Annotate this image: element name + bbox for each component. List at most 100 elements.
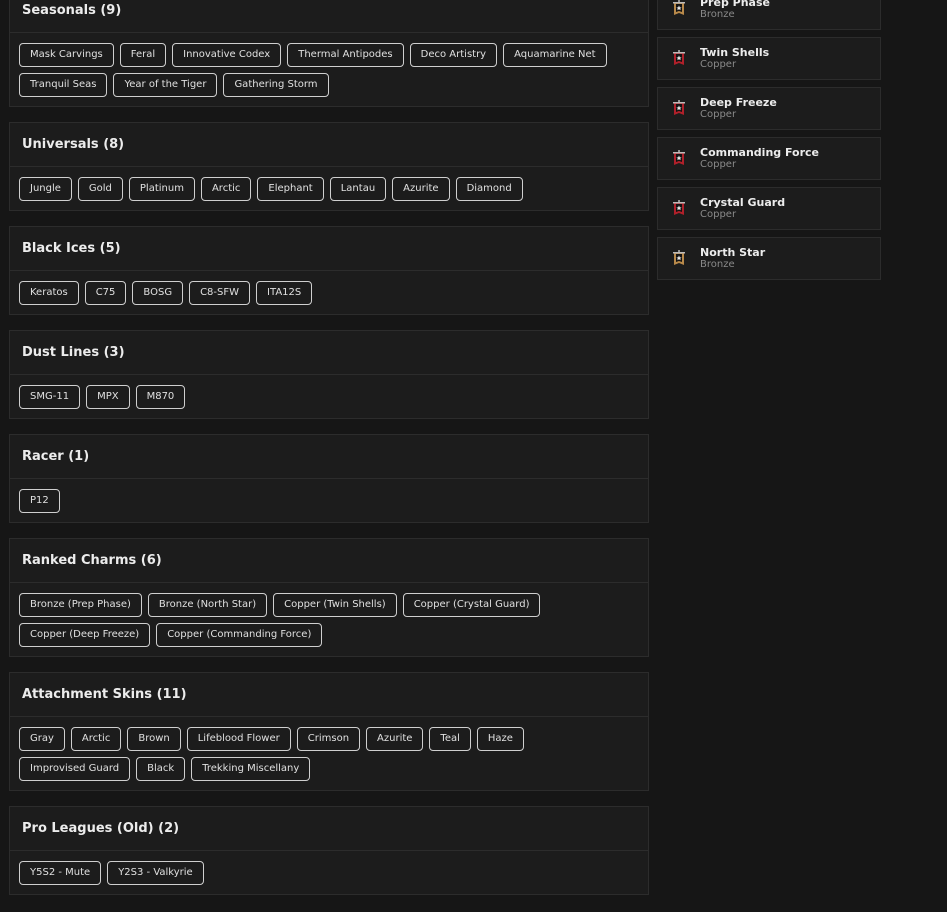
chip-mpx[interactable]: MPX (86, 385, 130, 409)
chip-feral[interactable]: Feral (119, 43, 167, 67)
chip-crimson[interactable]: Crimson (296, 727, 361, 751)
rank-card-north-star[interactable]: North Star Bronze (657, 237, 881, 280)
chip-list: Mask Carvings Feral Innovative Codex Therma… (10, 33, 648, 106)
chip-m870[interactable]: M870 (135, 385, 186, 409)
chip-innovative-codex[interactable]: Innovative Codex (172, 43, 282, 67)
section-title: Dust Lines (3) (10, 331, 648, 375)
chip-bronze-prep-phase[interactable]: Bronze (Prep Phase) (19, 593, 142, 617)
chip-gray[interactable]: Gray (19, 727, 65, 751)
rank-text: North Star Bronze (700, 246, 765, 271)
chip-diamond[interactable]: Diamond (455, 177, 523, 201)
rank-card-prep-phase[interactable]: Prep Phase Bronze (657, 0, 881, 30)
rank-banner-icon (673, 149, 685, 165)
rank-text: Commanding Force Copper (700, 146, 819, 171)
chip-bosg[interactable]: BOSG (132, 281, 184, 305)
rank-text: Crystal Guard Copper (700, 196, 785, 221)
chip-p12[interactable]: P12 (19, 489, 60, 513)
section-racer: Racer (1) P12 (9, 434, 649, 523)
ranked-charm-list: Prep Phase Bronze Twin Shells Copper Dee… (657, 0, 881, 287)
section-seasonals: Seasonals (9) Mask Carvings Feral Innovativ… (9, 0, 649, 107)
collection-sections: Seasonals (9) Mask Carvings Feral Innovativ… (9, 0, 649, 910)
chip-platinum[interactable]: Platinum (128, 177, 195, 201)
rank-banner-icon (673, 99, 685, 115)
rank-tier: Copper (700, 209, 737, 220)
chip-deco-artistry[interactable]: Deco Artistry (409, 43, 498, 67)
rank-card-twin-shells[interactable]: Twin Shells Copper (657, 37, 881, 80)
rank-name: North Star (700, 246, 766, 259)
chip-mask-carvings[interactable]: Mask Carvings (19, 43, 114, 67)
chip-teal[interactable]: Teal (429, 727, 471, 751)
chip-elephant[interactable]: Elephant (257, 177, 324, 201)
chip-copper-deep-freeze[interactable]: Copper (Deep Freeze) (19, 623, 151, 647)
rank-name: Deep Freeze (700, 96, 777, 109)
chip-c75[interactable]: C75 (84, 281, 127, 305)
rank-banner-icon (673, 49, 685, 65)
chip-list: Jungle Gold Platinum Arctic Elephant Lantau Az… (10, 167, 648, 210)
chip-jungle[interactable]: Jungle (19, 177, 72, 201)
chip-black[interactable]: Black (136, 757, 186, 781)
rank-name: Prep Phase (700, 0, 770, 9)
section-title: Universals (8) (10, 123, 648, 167)
chip-gold[interactable]: Gold (77, 177, 123, 201)
chip-ita12s[interactable]: ITA12S (256, 281, 313, 305)
chip-list: Y5S2 - Mute Y2S3 - Valkyrie (10, 851, 648, 894)
chip-copper-twin-shells[interactable]: Copper (Twin Shells) (273, 593, 397, 617)
rank-text: Deep Freeze Copper (700, 96, 777, 121)
chip-list: SMG-11 MPX M870 (10, 375, 648, 418)
section-attachment-skins: Attachment Skins (11) Gray Arctic Brown Life… (9, 672, 649, 791)
rank-banner-icon (673, 0, 685, 15)
section-title: Attachment Skins (11) (10, 673, 648, 717)
rank-card-crystal-guard[interactable]: Crystal Guard Copper (657, 187, 881, 230)
chip-arctic[interactable]: Arctic (70, 727, 122, 751)
chip-thermal-antipodes[interactable]: Thermal Antipodes (287, 43, 404, 67)
section-universals: Universals (8) Jungle Gold Platinum Arctic El… (9, 122, 649, 211)
rank-name: Commanding Force (700, 146, 820, 159)
rank-banner-icon (673, 249, 685, 265)
chip-lifeblood-flower[interactable]: Lifeblood Flower (186, 727, 291, 751)
section-title: Ranked Charms (6) (10, 539, 648, 583)
chip-copper-crystal-guard[interactable]: Copper (Crystal Guard) (402, 593, 541, 617)
chip-copper-commanding-force[interactable]: Copper (Commanding Force) (156, 623, 323, 647)
chip-c8-sfw[interactable]: C8-SFW (189, 281, 251, 305)
section-title: Racer (1) (10, 435, 648, 479)
rank-card-commanding-force[interactable]: Commanding Force Copper (657, 137, 881, 180)
section-title: Black Ices (5) (10, 227, 648, 271)
chip-aquamarine-net[interactable]: Aquamarine Net (503, 43, 607, 67)
chip-azurite[interactable]: Azurite (392, 177, 450, 201)
rank-tier: Copper (700, 59, 737, 70)
rank-banner-icon (673, 199, 685, 215)
chip-list: Bronze (Prep Phase) Bronze (North Star) Co… (10, 583, 648, 656)
rank-card-deep-freeze[interactable]: Deep Freeze Copper (657, 87, 881, 130)
chip-keratos[interactable]: Keratos (19, 281, 79, 305)
chip-bronze-north-star[interactable]: Bronze (North Star) (147, 593, 268, 617)
chip-haze[interactable]: Haze (476, 727, 524, 751)
chip-list: Gray Arctic Brown Lifeblood Flower Crimson Az… (10, 717, 648, 790)
section-dust-lines: Dust Lines (3) SMG-11 MPX M870 (9, 330, 649, 419)
rank-text: Twin Shells Copper (700, 46, 769, 71)
rank-name: Twin Shells (700, 46, 770, 59)
chip-gathering-storm[interactable]: Gathering Storm (223, 73, 329, 97)
rank-tier: Bronze (700, 9, 735, 20)
rank-text: Prep Phase Bronze (700, 0, 770, 21)
chip-list: P12 (10, 479, 648, 522)
chip-year-of-the-tiger[interactable]: Year of the Tiger (113, 73, 218, 97)
section-title: Seasonals (9) (10, 0, 648, 33)
chip-y5s2-mute[interactable]: Y5S2 - Mute (19, 861, 102, 885)
section-title: Pro Leagues (Old) (2) (10, 807, 648, 851)
rank-tier: Copper (700, 109, 737, 120)
chip-improvised-guard[interactable]: Improvised Guard (19, 757, 131, 781)
chip-smg-11[interactable]: SMG-11 (19, 385, 81, 409)
chip-list: Keratos C75 BOSG C8-SFW ITA12S (10, 271, 648, 314)
chip-trekking-miscellany[interactable]: Trekking Miscellany (191, 757, 311, 781)
chip-y2s3-valkyrie[interactable]: Y2S3 - Valkyrie (107, 861, 204, 885)
rank-tier: Copper (700, 159, 737, 170)
chip-lantau[interactable]: Lantau (329, 177, 387, 201)
chip-tranquil-seas[interactable]: Tranquil Seas (19, 73, 108, 97)
chip-brown[interactable]: Brown (127, 727, 181, 751)
chip-arctic[interactable]: Arctic (200, 177, 252, 201)
section-pro-leagues-old: Pro Leagues (Old) (2) Y5S2 - Mute Y2S3 - V… (9, 806, 649, 895)
section-black-ices: Black Ices (5) Keratos C75 BOSG C8-SFW ITA12S (9, 226, 649, 315)
rank-name: Crystal Guard (700, 196, 786, 209)
rank-tier: Bronze (700, 259, 735, 270)
chip-azurite[interactable]: Azurite (366, 727, 424, 751)
